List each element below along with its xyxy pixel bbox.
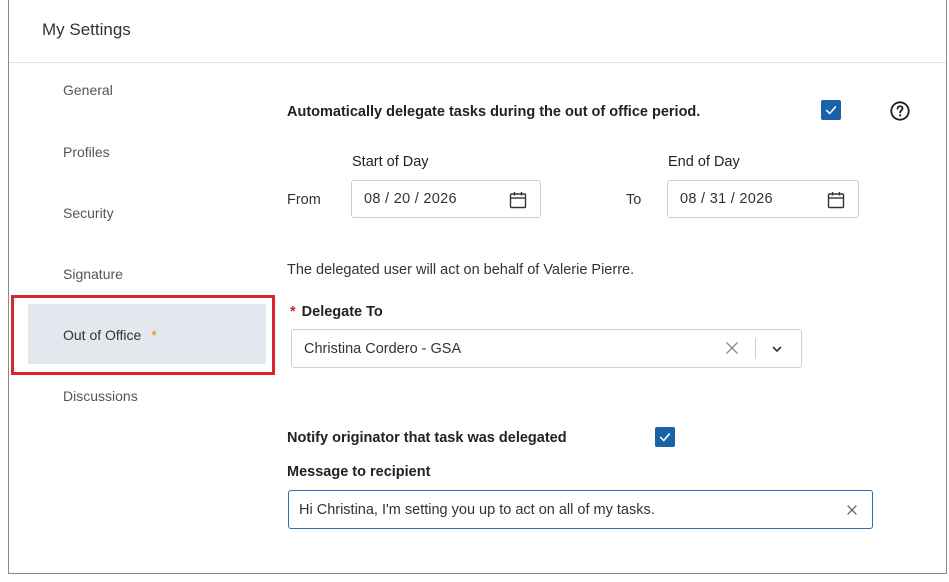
- start-date-input[interactable]: 08 / 20 / 2026: [351, 180, 541, 218]
- end-date-input[interactable]: 08 / 31 / 2026: [667, 180, 859, 218]
- check-icon: [825, 106, 837, 115]
- required-marker: *: [290, 304, 296, 320]
- page-title: My Settings: [42, 20, 131, 39]
- check-icon: [659, 433, 671, 442]
- help-circle-icon[interactable]: [889, 100, 911, 122]
- sidebar-item-out-of-office[interactable]: Out of Office *: [63, 327, 157, 343]
- end-of-day-label: End of Day: [668, 154, 740, 170]
- delegate-to-label-text: Delegate To: [301, 304, 383, 320]
- start-of-day-label: Start of Day: [352, 154, 429, 170]
- from-label: From: [287, 192, 321, 208]
- close-icon[interactable]: [724, 340, 740, 356]
- sidebar-item-discussions[interactable]: Discussions: [63, 388, 138, 404]
- sidebar-item-profiles[interactable]: Profiles: [63, 144, 110, 160]
- calendar-icon[interactable]: [826, 190, 846, 210]
- sidebar-item-label: Out of Office: [63, 327, 142, 343]
- message-input[interactable]: [289, 491, 829, 528]
- auto-delegate-checkbox[interactable]: [821, 100, 841, 120]
- to-label: To: [626, 192, 642, 208]
- calendar-icon[interactable]: [508, 190, 528, 210]
- auto-delegate-label: Automatically delegate tasks during the …: [287, 104, 701, 120]
- delegate-to-value: Christina Cordero - GSA: [304, 341, 462, 357]
- delegation-info-text: The delegated user will act on behalf of…: [287, 262, 635, 278]
- notify-originator-label: Notify originator that task was delegate…: [287, 430, 567, 446]
- notify-originator-checkbox[interactable]: [655, 427, 675, 447]
- header: My Settings: [9, 0, 946, 63]
- message-to-recipient-field[interactable]: [288, 490, 873, 529]
- start-date-value: 08 / 20 / 2026: [364, 191, 457, 207]
- delegate-to-select[interactable]: Christina Cordero - GSA: [291, 329, 802, 368]
- message-to-recipient-label: Message to recipient: [287, 464, 431, 480]
- unsaved-marker: *: [151, 327, 157, 343]
- sidebar-item-general[interactable]: General: [63, 82, 113, 98]
- delegate-to-label: * Delegate To: [290, 304, 383, 320]
- chevron-down-icon[interactable]: [769, 341, 785, 357]
- sidebar-item-signature[interactable]: Signature: [63, 266, 123, 282]
- select-divider: [755, 338, 756, 359]
- sidebar-item-security[interactable]: Security: [63, 205, 114, 221]
- close-icon[interactable]: [845, 503, 859, 517]
- end-date-value: 08 / 31 / 2026: [680, 191, 773, 207]
- settings-panel: My Settings General Profiles Security Si…: [8, 0, 947, 574]
